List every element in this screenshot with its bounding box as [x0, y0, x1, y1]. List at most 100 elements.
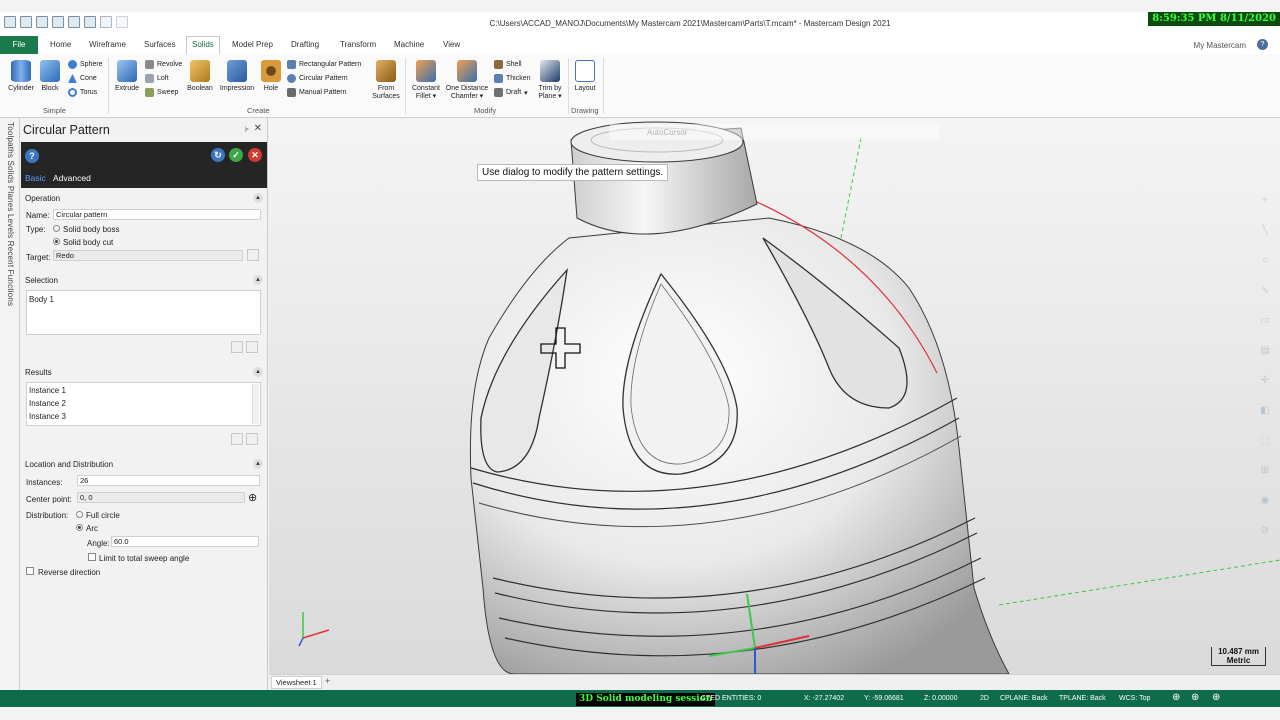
tab-wireframe[interactable]: Wireframe: [89, 40, 126, 49]
select-target-icon[interactable]: [247, 249, 259, 261]
revolve-button[interactable]: Revolve: [145, 60, 182, 69]
limit-sweep-checkbox[interactable]: [88, 553, 96, 561]
solid-icon[interactable]: ▤: [1258, 344, 1272, 357]
measure-icon[interactable]: ⊞: [1258, 464, 1272, 477]
tab-model-prep[interactable]: Model Prep: [232, 40, 273, 49]
collapse-icon[interactable]: ▲: [253, 275, 263, 285]
tab-view[interactable]: View: [443, 40, 460, 49]
block-button[interactable]: Block: [38, 60, 62, 93]
display-icon[interactable]: ⊕: [1212, 692, 1220, 703]
cone-button[interactable]: Cone: [68, 74, 97, 83]
dimension-icon[interactable]: ▭: [1258, 314, 1272, 327]
tab-home[interactable]: Home: [50, 40, 71, 49]
results-scrollbar[interactable]: [252, 384, 259, 424]
cancel-icon[interactable]: ✕: [248, 148, 262, 162]
globe-icon[interactable]: ⊕: [1172, 692, 1180, 703]
help-icon[interactable]: ?: [25, 149, 39, 163]
list-item[interactable]: Instance 3: [29, 412, 66, 421]
delete-icon[interactable]: ⊘: [1258, 524, 1272, 537]
plus-icon[interactable]: +: [1258, 194, 1272, 207]
circle-icon[interactable]: ○: [1258, 254, 1272, 267]
torus-button[interactable]: Torus: [68, 88, 97, 97]
cplane[interactable]: CPLANE: Back: [1000, 695, 1047, 702]
name-field[interactable]: Circular pattern: [53, 209, 261, 220]
view-icon[interactable]: ⊕: [1191, 692, 1199, 703]
circular-pattern-button[interactable]: Circular Pattern: [287, 74, 348, 83]
manager-tabs[interactable]: Toolpaths Solids Planes Levels Recent Fu…: [0, 118, 20, 690]
one-distance-chamfer-button[interactable]: One Distance Chamfer ▾: [444, 60, 490, 101]
redo-icon[interactable]: [116, 16, 128, 28]
new-file-icon[interactable]: [4, 16, 16, 28]
fillet-tool-icon[interactable]: ◧: [1258, 404, 1272, 417]
sweep-button[interactable]: Sweep: [145, 88, 178, 97]
collapse-icon[interactable]: ▲: [253, 367, 263, 377]
constant-fillet-button[interactable]: Constant Fillet ▾: [409, 60, 443, 101]
trim-by-plane-button[interactable]: Trim by Plane ▾: [535, 60, 565, 101]
mode-2d-3d[interactable]: 2D: [980, 695, 989, 702]
help-icon[interactable]: ?: [1257, 39, 1268, 50]
undo-icon[interactable]: [100, 16, 112, 28]
tab-drafting[interactable]: Drafting: [291, 40, 319, 49]
loft-button[interactable]: Loft: [145, 74, 169, 83]
save-as-icon[interactable]: [52, 16, 64, 28]
graphics-viewport[interactable]: AutoCursor Use dialog to modify the patt…: [269, 118, 1280, 674]
selection-list[interactable]: Body 1: [26, 290, 261, 335]
thicken-button[interactable]: Thicken: [494, 74, 531, 83]
results-list[interactable]: Instance 1 Instance 2 Instance 3: [26, 382, 261, 426]
pattern-icon[interactable]: ✢: [1258, 374, 1272, 387]
manual-pattern-button[interactable]: Manual Pattern: [287, 88, 346, 97]
arc-radio[interactable]: [76, 524, 83, 531]
results-action-icon[interactable]: [246, 433, 258, 445]
print-icon[interactable]: [68, 16, 80, 28]
line-icon[interactable]: ╲: [1258, 224, 1272, 237]
collapse-icon[interactable]: ▲: [253, 193, 263, 203]
add-selection-icon[interactable]: [231, 341, 243, 353]
location-section-header[interactable]: Location and Distribution ▲: [25, 459, 263, 469]
layout-button[interactable]: Layout: [572, 60, 598, 93]
hole-button[interactable]: Hole: [259, 60, 283, 93]
cylinder-button[interactable]: Cylinder: [6, 60, 36, 93]
add-viewsheet-button[interactable]: +: [325, 676, 330, 686]
extrude-button[interactable]: Extrude: [112, 60, 142, 93]
list-item[interactable]: Body 1: [29, 295, 54, 304]
crosshair-icon[interactable]: ⊕: [248, 491, 257, 504]
autocursor-toolbar[interactable]: AutoCursor: [647, 128, 687, 137]
tab-solids[interactable]: Solids: [186, 36, 220, 54]
boolean-button[interactable]: Boolean: [185, 60, 215, 93]
operation-section-header[interactable]: Operation ▲: [25, 193, 263, 203]
sphere-button[interactable]: Sphere: [68, 60, 103, 69]
ok-create-new-icon[interactable]: ↻: [211, 148, 225, 162]
from-surfaces-button[interactable]: From Surfaces: [370, 60, 402, 101]
instances-field[interactable]: 26: [77, 475, 260, 486]
reverse-direction-checkbox[interactable]: [26, 567, 34, 575]
collapse-icon[interactable]: ▲: [253, 459, 263, 469]
tab-transform[interactable]: Transform: [340, 40, 376, 49]
list-item[interactable]: Instance 2: [29, 399, 66, 408]
ok-icon[interactable]: ✓: [229, 148, 243, 162]
wcs[interactable]: WCS: Top: [1119, 695, 1150, 702]
results-action-icon[interactable]: [231, 433, 243, 445]
my-mastercam-link[interactable]: My Mastercam: [1194, 41, 1246, 50]
analyze-icon[interactable]: ◉: [1258, 494, 1272, 507]
open-file-icon[interactable]: [20, 16, 32, 28]
impression-button[interactable]: Impression: [217, 60, 257, 93]
tab-basic[interactable]: Basic: [25, 173, 46, 183]
tab-surfaces[interactable]: Surfaces: [144, 40, 176, 49]
rectangular-pattern-button[interactable]: Rectangular Pattern: [287, 60, 361, 69]
tab-file[interactable]: File: [0, 36, 38, 54]
transform-icon[interactable]: ⬚: [1258, 434, 1272, 447]
center-point-field[interactable]: 0, 0: [77, 492, 245, 503]
tab-viewsheet-1[interactable]: Viewsheet 1: [271, 676, 322, 689]
results-section-header[interactable]: Results ▲: [25, 367, 263, 377]
pin-icon[interactable]: ⊧: [245, 125, 249, 134]
solid-body-boss-radio[interactable]: [53, 225, 60, 232]
tab-advanced[interactable]: Advanced: [53, 173, 91, 183]
save-icon[interactable]: [36, 16, 48, 28]
selection-section-header[interactable]: Selection ▲: [25, 275, 263, 285]
full-circle-radio[interactable]: [76, 511, 83, 518]
close-icon[interactable]: ✕: [254, 123, 262, 134]
list-item[interactable]: Instance 1: [29, 386, 66, 395]
solid-body-cut-radio[interactable]: [53, 238, 60, 245]
tplane[interactable]: TPLANE: Back: [1059, 695, 1106, 702]
curve-icon[interactable]: ∿: [1258, 284, 1272, 297]
